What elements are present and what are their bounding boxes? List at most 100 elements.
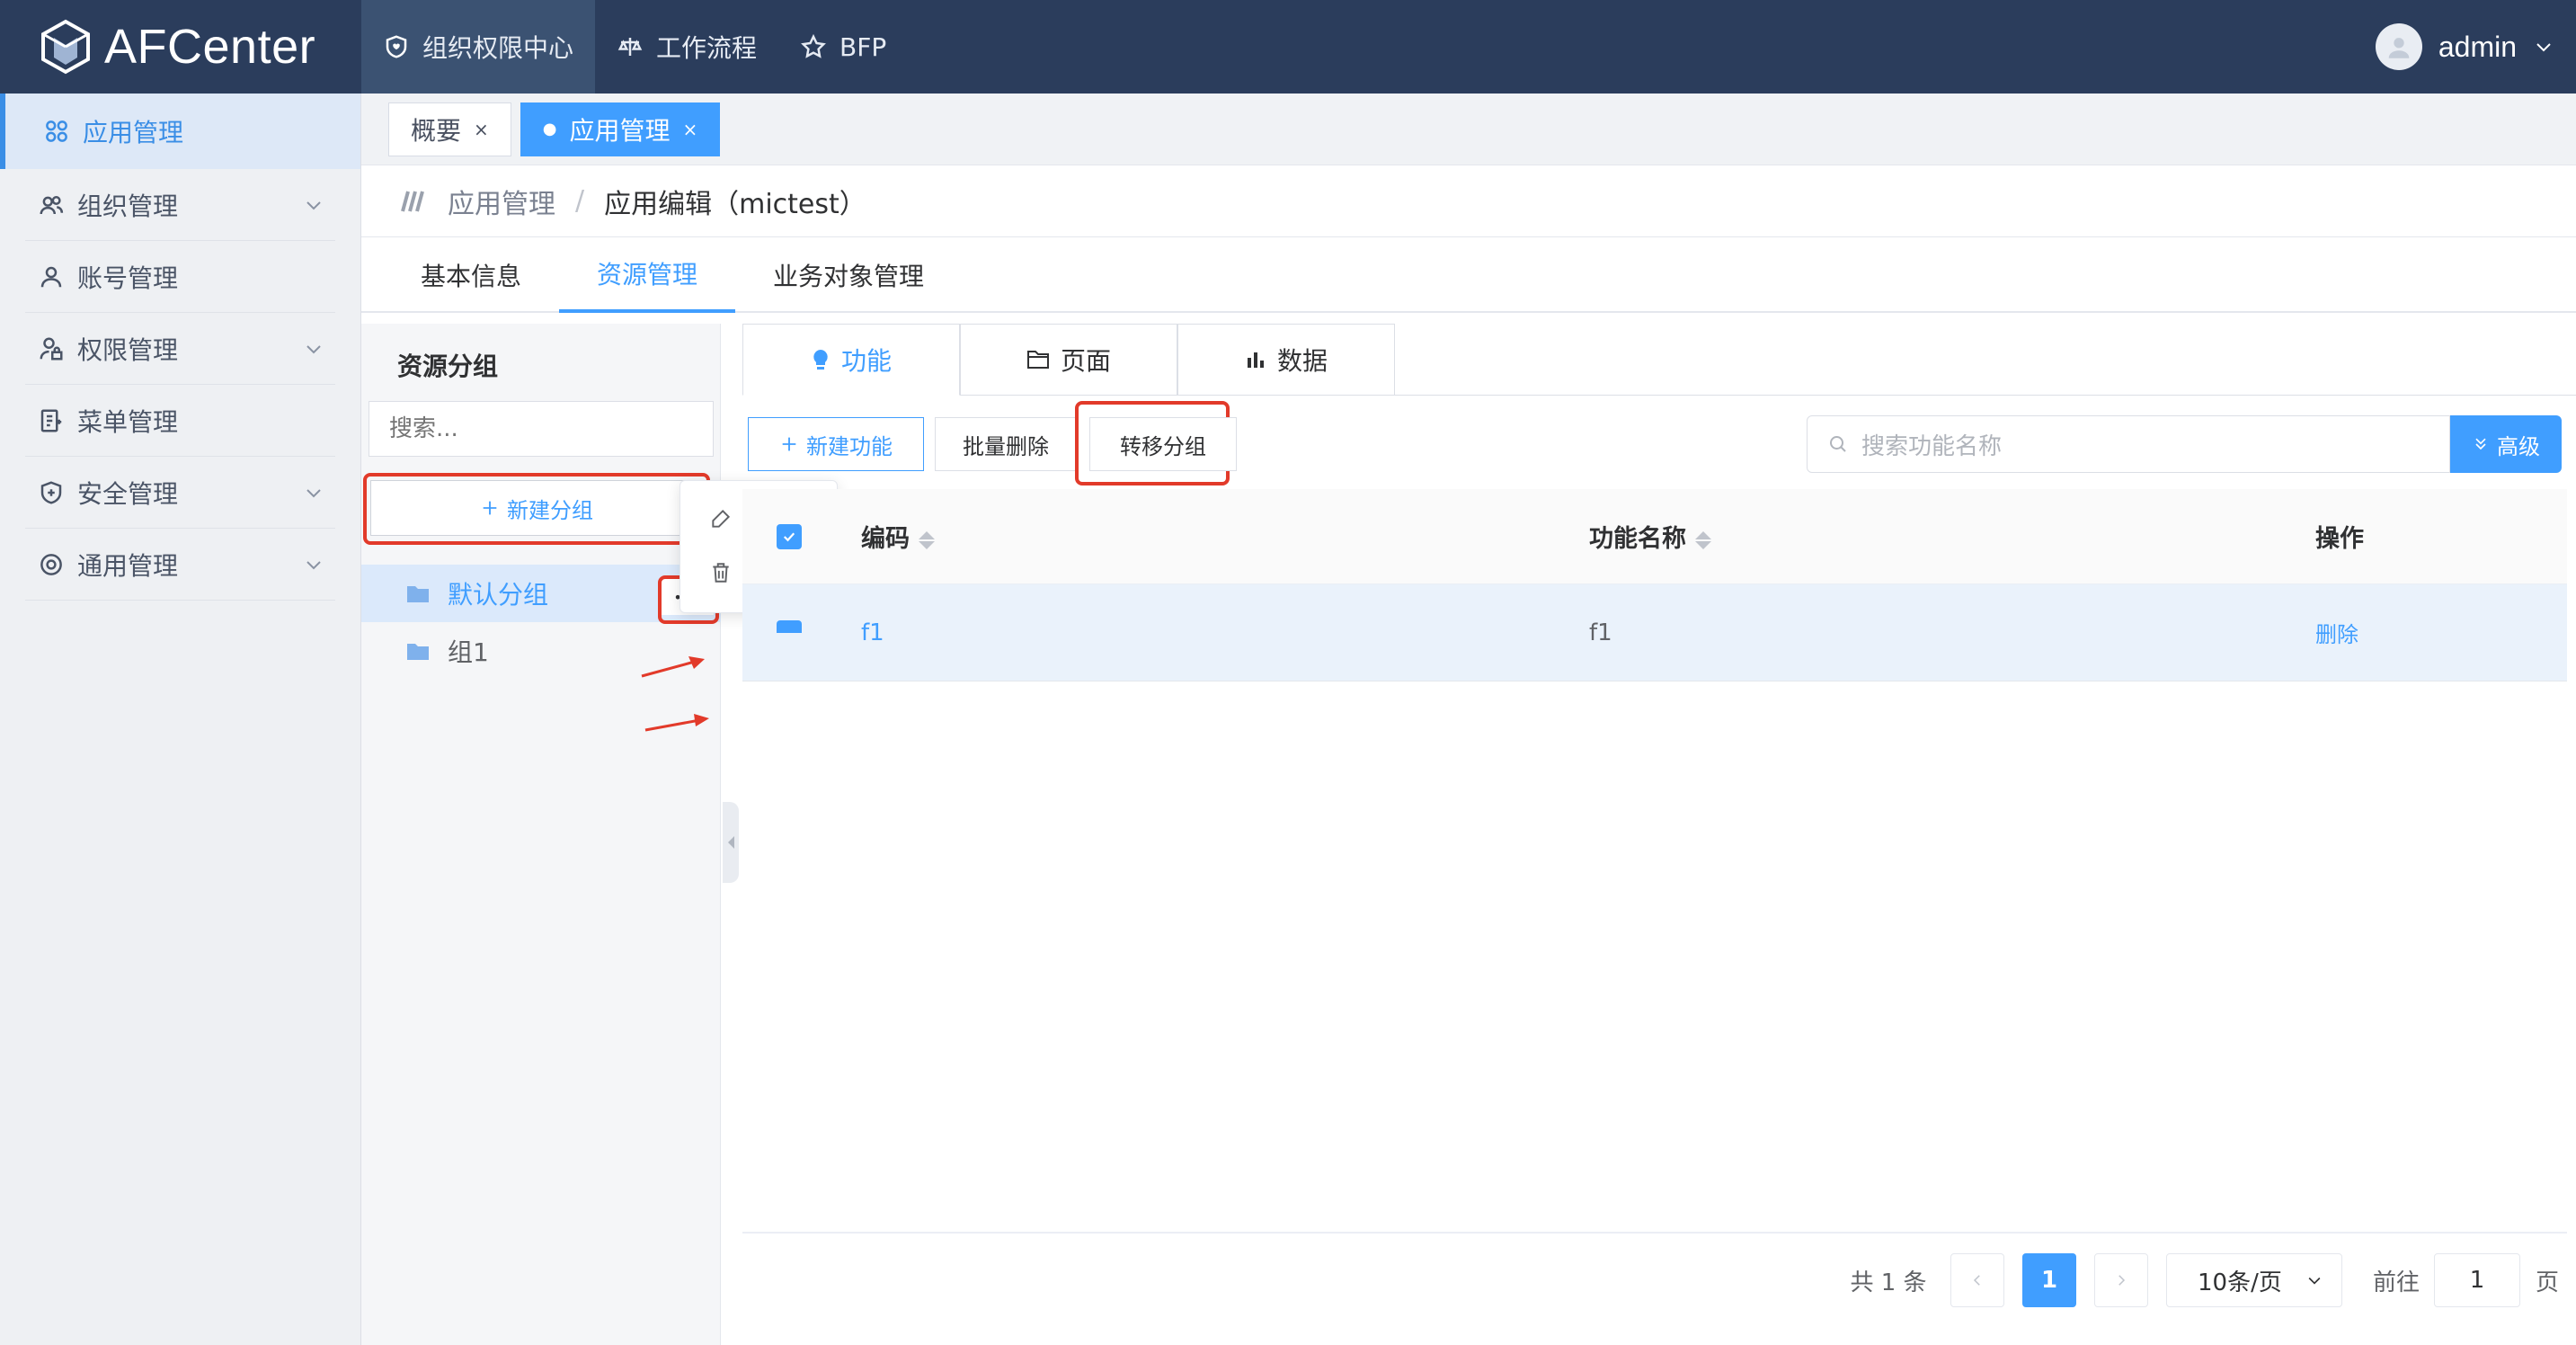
sidebar-item-label: 账号管理	[77, 263, 179, 293]
bar-chart-icon	[1247, 352, 1264, 368]
page-tab-label: 应用管理	[569, 115, 671, 146]
sidebar-item-org-management[interactable]: 组织管理	[25, 169, 335, 241]
annotation-arrow	[641, 656, 705, 678]
folder-icon	[407, 586, 429, 602]
sidebar-item-security-management[interactable]: 安全管理	[25, 457, 335, 529]
tab-label: 页面	[1060, 346, 1111, 376]
new-group-button[interactable]: 新建分组	[370, 480, 703, 536]
page-size-value: 10条/页	[2198, 1269, 2282, 1296]
star-icon	[801, 33, 826, 58]
shield-plus-icon	[40, 480, 62, 504]
app-logo[interactable]: AFCenter	[0, 0, 361, 94]
advanced-search-button[interactable]: 高级	[2450, 415, 2562, 473]
topnav-org-auth[interactable]: 组织权限中心	[361, 0, 596, 94]
plus-icon	[782, 437, 796, 451]
tab-page[interactable]: 页面	[960, 324, 1177, 396]
close-icon[interactable]: ×	[683, 119, 698, 140]
group-search-input[interactable]	[369, 401, 714, 457]
sidebar-item-general-management[interactable]: 通用管理	[25, 529, 335, 601]
topnav-label: 组织权限中心	[422, 33, 574, 63]
tab-basic-info[interactable]: 基本信息	[383, 237, 559, 313]
sort-icon[interactable]	[919, 530, 935, 549]
goto-page-input[interactable]: 1	[2434, 1253, 2520, 1307]
chevron-down-icon	[306, 560, 321, 569]
chevron-down-icon	[306, 200, 321, 209]
tab-data[interactable]: 数据	[1177, 324, 1395, 396]
user-lock-icon	[40, 337, 63, 360]
folder-icon	[407, 644, 429, 660]
move-group-button[interactable]: 转移分组	[1089, 417, 1237, 471]
panel-collapse-handle[interactable]	[723, 802, 739, 883]
user-menu[interactable]: admin	[2375, 0, 2554, 94]
group-panel-title: 资源分组	[397, 352, 499, 381]
resource-group-panel: 资源分组 新建分组 默认分组 ••• 组1	[361, 324, 721, 1345]
chevron-right-icon	[2119, 1275, 2126, 1286]
main-content: 概要 × ● 应用管理 × 应用管理 / 应用编辑（mictest） 基本信息 …	[361, 94, 2576, 1345]
new-group-label: 新建分组	[507, 497, 593, 523]
page-size-select[interactable]: 10条/页	[2166, 1253, 2342, 1307]
tab-label: 基本信息	[421, 262, 522, 291]
tab-label: 业务对象管理	[773, 262, 925, 291]
table-row[interactable]: f1 f1 删除	[742, 584, 2567, 681]
function-search-input[interactable]: 搜索功能名称	[1807, 415, 2450, 473]
sidebar: 应用管理 组织管理 账号管理 权限管理 菜单管理 安全管理 通用管理	[0, 94, 361, 1345]
tab-business-object-management[interactable]: 业务对象管理	[735, 237, 962, 313]
sub-tabs: 基本信息 资源管理 业务对象管理	[361, 237, 2576, 313]
breadcrumb-current: 应用编辑（mictest）	[604, 188, 866, 220]
chevron-left-icon	[1973, 1275, 1980, 1286]
avatar	[2375, 23, 2422, 70]
sidebar-item-permission-management[interactable]: 权限管理	[25, 313, 335, 385]
next-page-button[interactable]	[2094, 1253, 2148, 1307]
sidebar-item-label: 通用管理	[77, 550, 179, 581]
breadcrumb-parent[interactable]: 应用管理	[448, 182, 555, 221]
chevron-down-icon	[306, 488, 321, 497]
select-all-checkbox[interactable]	[777, 523, 802, 549]
new-function-button[interactable]: 新建功能	[748, 417, 924, 471]
tab-label: 资源管理	[597, 260, 698, 289]
topnav-workflow[interactable]: 工作流程	[595, 0, 778, 94]
column-header-name[interactable]: 功能名称	[1589, 519, 1711, 554]
tab-function[interactable]: 功能	[742, 324, 960, 396]
plus-icon	[483, 501, 497, 515]
page-tab-app-management[interactable]: ● 应用管理 ×	[520, 102, 721, 156]
sidebar-item-label: 组织管理	[77, 191, 179, 221]
row-checkbox[interactable]	[777, 620, 802, 633]
sidebar-item-app-management[interactable]: 应用管理	[0, 94, 360, 169]
button-label: 转移分组	[1120, 433, 1206, 459]
annotation-arrow	[644, 714, 709, 732]
active-dot-icon: ●	[542, 120, 557, 138]
page-tab-label: 概要	[411, 115, 462, 146]
close-icon[interactable]: ×	[474, 119, 489, 140]
table-header: 编码 功能名称 操作	[742, 489, 2567, 584]
bulb-icon	[813, 350, 828, 370]
page-number-current[interactable]: 1	[2022, 1253, 2076, 1307]
sidebar-item-account-management[interactable]: 账号管理	[25, 241, 335, 313]
sidebar-item-label: 菜单管理	[77, 406, 179, 437]
prev-page-button[interactable]	[1950, 1253, 2004, 1307]
user-icon	[40, 266, 62, 287]
user-avatar-icon	[2388, 38, 2410, 58]
workflow-icon	[617, 38, 643, 56]
column-label: 操作	[2315, 525, 2364, 553]
sidebar-item-label: 安全管理	[77, 478, 179, 509]
column-header-code[interactable]: 编码	[861, 519, 935, 554]
logo-icon	[41, 19, 90, 75]
batch-delete-button[interactable]: 批量删除	[935, 417, 1077, 471]
topnav-bfp[interactable]: BFP	[778, 0, 908, 94]
resource-type-tabs: 功能 页面 数据	[742, 324, 1395, 396]
tab-label: 功能	[840, 346, 892, 376]
chevron-down-icon	[2536, 43, 2551, 52]
chevron-down-icon	[306, 344, 321, 353]
breadcrumb: 应用管理 / 应用编辑（mictest）	[361, 165, 2576, 237]
check-icon	[783, 531, 795, 541]
tab-resource-management[interactable]: 资源管理	[559, 237, 736, 313]
sidebar-item-menu-management[interactable]: 菜单管理	[25, 385, 335, 457]
double-chevron-down-icon	[2475, 438, 2486, 450]
sort-icon[interactable]	[1695, 530, 1711, 549]
page-tab-overview[interactable]: 概要 ×	[388, 102, 511, 156]
cell-code[interactable]: f1	[861, 619, 884, 646]
delete-link[interactable]: 删除	[2315, 617, 2358, 648]
search-icon	[1830, 436, 1846, 452]
button-label: 新建功能	[806, 433, 893, 459]
goto-label: 前往	[2372, 1269, 2420, 1296]
